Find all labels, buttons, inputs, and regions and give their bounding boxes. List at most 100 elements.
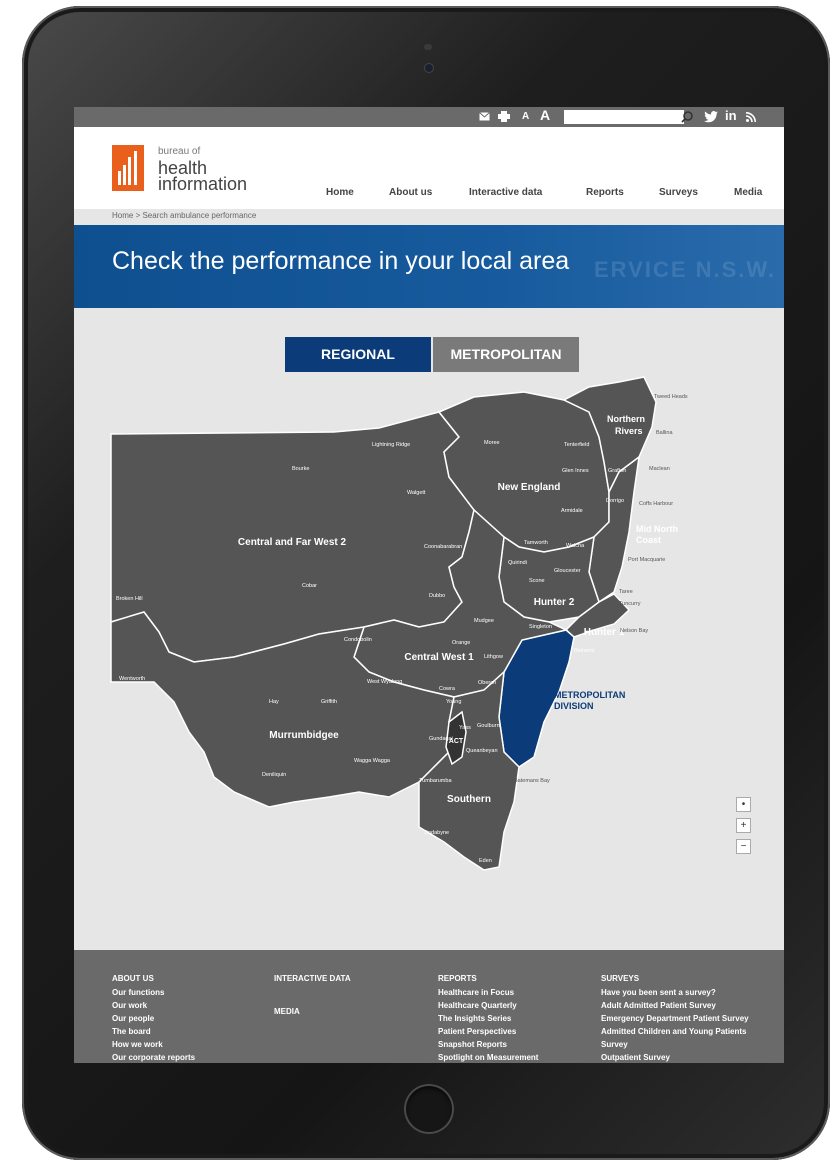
- footer-heading: ABOUT US: [112, 974, 154, 983]
- home-button[interactable]: [404, 1084, 454, 1134]
- footer-heading-interactive[interactable]: INTERACTIVE DATA: [274, 974, 351, 983]
- footer-link[interactable]: Healthcare in Focus: [438, 986, 538, 999]
- nav-about-us[interactable]: About us: [389, 187, 432, 198]
- town-label: Oberon: [478, 680, 496, 686]
- town-label: Coffs Harbour: [639, 501, 673, 507]
- breadcrumb[interactable]: Home > Search ambulance performance: [112, 211, 256, 220]
- town-label: Walgett: [407, 490, 426, 496]
- zoom-reset-button[interactable]: •: [736, 797, 751, 812]
- footer-link[interactable]: Snapshot Reports: [438, 1038, 538, 1051]
- footer-link[interactable]: Emergency Department Patient Survey: [601, 1012, 749, 1025]
- map-label-region: New England: [498, 482, 561, 493]
- footer-link[interactable]: Our functions: [112, 986, 195, 999]
- zoom-in-button[interactable]: +: [736, 818, 751, 833]
- search-input[interactable]: [564, 110, 684, 124]
- nav-surveys[interactable]: Surveys: [659, 187, 698, 198]
- town-label: Moree: [484, 440, 500, 446]
- nav-reports[interactable]: Reports: [586, 187, 624, 198]
- town-label: Maclean: [649, 466, 670, 472]
- twitter-icon[interactable]: [704, 111, 718, 123]
- town-label: Gundagai: [429, 736, 453, 742]
- nsw-map[interactable]: Central and Far West 2 New England North…: [74, 372, 784, 892]
- town-label: Batemans Bay: [514, 778, 550, 784]
- map-label-region: Hunter 2: [534, 597, 575, 608]
- town-label: Griffith: [321, 699, 337, 705]
- footer-link[interactable]: Our people: [112, 1012, 195, 1025]
- footer-link[interactable]: How we work: [112, 1038, 195, 1051]
- footer-surveys: SURVEYS Have you been sent a survey? Adu…: [601, 974, 749, 1063]
- town-label: Wagga Wagga: [354, 758, 391, 764]
- footer-link[interactable]: Healthcare Quarterly: [438, 999, 538, 1012]
- footer-link[interactable]: Our corporate reports: [112, 1051, 195, 1063]
- envelope-icon[interactable]: [479, 112, 490, 121]
- camera-icon: [425, 64, 433, 72]
- footer-link[interactable]: Spotlight on Measurement: [438, 1051, 538, 1063]
- map-label-region: Murrumbidgee: [269, 730, 339, 741]
- search-icon[interactable]: [679, 109, 695, 125]
- print-icon[interactable]: [498, 111, 510, 122]
- town-label: Broken Hill: [116, 596, 143, 602]
- logo-text-information: information: [158, 174, 248, 194]
- footer-about: ABOUT US Our functions Our work Our peop…: [112, 974, 195, 1063]
- footer-interactive: INTERACTIVE DATA MEDIA: [274, 974, 351, 1019]
- town-label: Tweed Heads: [654, 394, 688, 400]
- town-label: Lightning Ridge: [372, 442, 410, 448]
- town-label: Orange: [452, 640, 470, 646]
- town-label: Coonabarabran: [424, 544, 462, 550]
- town-label: Hay: [269, 699, 279, 705]
- town-label: Deniliquin: [262, 772, 286, 778]
- hero-banner: ERVICE N.S.W. Check the performance in y…: [74, 225, 784, 308]
- banner-watermark: ERVICE N.S.W.: [594, 257, 777, 282]
- town-label: Dorrigo: [606, 498, 624, 504]
- footer-heading: REPORTS: [438, 974, 477, 983]
- footer-link[interactable]: Adult Admitted Patient Survey: [601, 999, 749, 1012]
- nav-home[interactable]: Home: [326, 187, 354, 198]
- footer-heading-media[interactable]: MEDIA: [274, 1007, 351, 1016]
- town-label: Ballina: [656, 430, 673, 436]
- logo-icon[interactable]: [112, 145, 144, 191]
- site-footer: ABOUT US Our functions Our work Our peop…: [74, 950, 784, 1063]
- map-label-region: Rivers: [615, 426, 643, 436]
- footer-link[interactable]: Admitted Children and Young Patients: [601, 1025, 749, 1038]
- rss-icon[interactable]: [746, 112, 756, 122]
- footer-heading: SURVEYS: [601, 974, 640, 983]
- footer-link[interactable]: Our work: [112, 999, 195, 1012]
- map-label-metro: DIVISION: [554, 701, 594, 711]
- town-label: Queanbeyan: [466, 748, 498, 754]
- town-label: Tuncurry: [619, 601, 641, 607]
- tab-regional[interactable]: REGIONAL: [285, 337, 431, 372]
- town-label: West Wyalong: [367, 679, 402, 685]
- screen: A A in bureau of health information Home…: [74, 107, 784, 1063]
- town-label: Singleton: [529, 624, 552, 630]
- footer-link[interactable]: Patient Perspectives: [438, 1025, 538, 1038]
- logo-text-small: bureau of: [158, 146, 201, 157]
- site-header: bureau of health information Home About …: [74, 127, 784, 209]
- town-label: Dubbo: [429, 593, 445, 599]
- map-label-metro: METROPOLITAN: [554, 690, 625, 700]
- town-label: Glen Innes: [562, 468, 589, 474]
- town-label: Jindabyne: [424, 830, 449, 836]
- town-label: Young: [446, 699, 461, 705]
- text-small-icon[interactable]: A: [522, 109, 529, 125]
- town-label: Nelson Bay: [620, 628, 648, 634]
- town-label: Condobolin: [344, 637, 372, 643]
- town-label: Tamworth: [524, 540, 548, 546]
- nav-interactive-data[interactable]: Interactive data: [469, 187, 542, 198]
- zoom-out-button[interactable]: −: [736, 839, 751, 854]
- map-label-region: Southern: [447, 794, 491, 805]
- utility-bar: A A in: [74, 107, 784, 127]
- town-label: Taree: [619, 589, 633, 595]
- tab-metropolitan[interactable]: METROPOLITAN: [433, 337, 579, 372]
- footer-link[interactable]: Survey: [601, 1038, 749, 1051]
- text-large-icon[interactable]: A: [540, 107, 550, 123]
- town-label: Grafton: [608, 468, 626, 474]
- footer-link[interactable]: Have you been sent a survey?: [601, 986, 749, 999]
- footer-link[interactable]: The board: [112, 1025, 195, 1038]
- nav-media[interactable]: Media: [734, 187, 762, 198]
- town-label: Lithgow: [484, 654, 503, 660]
- linkedin-icon[interactable]: in: [725, 108, 737, 124]
- footer-link[interactable]: Outpatient Survey: [601, 1051, 749, 1063]
- town-label: Belmont: [574, 648, 595, 654]
- town-label: Scone: [529, 578, 545, 584]
- footer-link[interactable]: The Insights Series: [438, 1012, 538, 1025]
